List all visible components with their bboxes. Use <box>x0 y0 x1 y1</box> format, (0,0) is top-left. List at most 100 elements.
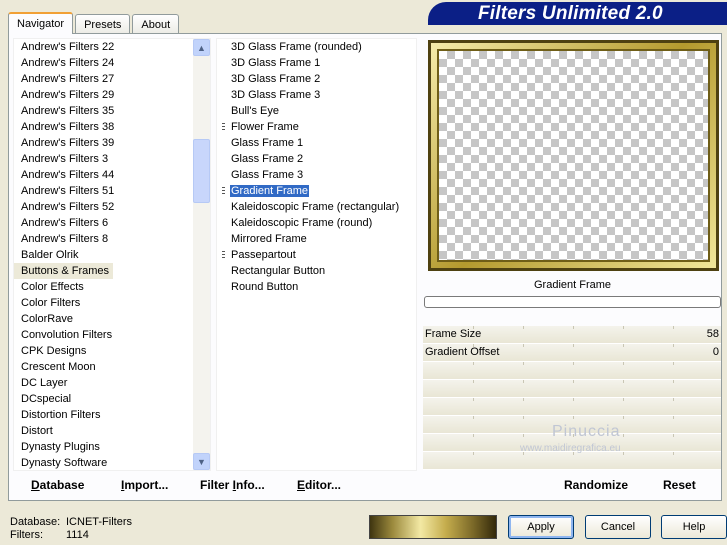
param-slider[interactable]: Gradient Offset 0 <box>423 344 721 362</box>
param-slider-empty[interactable] <box>423 452 721 470</box>
slider-tick <box>523 362 524 365</box>
tab-navigator[interactable]: Navigator <box>8 12 74 34</box>
tab-about[interactable]: About <box>132 14 180 34</box>
param-slider-empty[interactable] <box>423 362 721 380</box>
reset-button[interactable]: Reset <box>663 478 696 494</box>
filter-item-label: Rectangular Button <box>231 265 326 277</box>
slider-tick <box>473 434 474 437</box>
category-item[interactable]: Color Effects <box>14 279 210 295</box>
import-button[interactable]: Import... <box>121 478 168 494</box>
filter-item-label: Passepartout <box>231 249 296 261</box>
filter-item[interactable]: Passepartout <box>217 247 416 263</box>
filter-item[interactable]: Mirrored Frame <box>217 231 416 247</box>
help-button[interactable]: Help <box>661 515 727 539</box>
category-item[interactable]: Andrew's Filters 6 <box>14 215 210 231</box>
progress-bar <box>424 296 721 308</box>
filter-item[interactable]: Bull's Eye <box>217 103 416 119</box>
param-slider-empty[interactable] <box>423 380 721 398</box>
category-item[interactable]: Color Filters <box>14 295 210 311</box>
param-slider[interactable]: Frame Size 58 <box>423 326 721 344</box>
filters-count-label: Filters: <box>10 529 43 541</box>
filter-item[interactable]: 3D Glass Frame 2 <box>217 71 416 87</box>
filter-item-label: Bull's Eye <box>231 105 279 117</box>
category-item[interactable]: Andrew's Filters 22 <box>14 39 210 55</box>
grip-icon <box>222 123 225 132</box>
category-item[interactable]: Convolution Filters <box>14 327 210 343</box>
gradient-swatch[interactable] <box>369 515 497 539</box>
param-slider-empty[interactable] <box>423 398 721 416</box>
editor-label: ditor... <box>305 478 342 492</box>
category-item[interactable]: Dynasty Software <box>14 455 210 471</box>
slider-tick <box>573 344 574 347</box>
filter-info-button[interactable]: Filter Info... <box>200 478 265 494</box>
randomize-button[interactable]: Randomize <box>564 478 628 494</box>
chevron-up-icon: ▲ <box>197 42 206 53</box>
category-item[interactable]: Crescent Moon <box>14 359 210 375</box>
filter-item[interactable]: Gradient Frame <box>217 183 416 199</box>
cancel-button[interactable]: Cancel <box>585 515 651 539</box>
category-item[interactable]: Balder Olrik <box>14 247 210 263</box>
category-item[interactable]: Andrew's Filters 44 <box>14 167 210 183</box>
category-item[interactable]: Andrew's Filters 52 <box>14 199 210 215</box>
category-item[interactable]: Andrew's Filters 27 <box>14 71 210 87</box>
category-item[interactable]: DCspecial <box>14 391 210 407</box>
slider-tick <box>673 362 674 365</box>
category-list[interactable]: Andrew's Filters 22 Andrew's Filters 24 An… <box>13 38 211 471</box>
tab-bar: Navigator Presets About <box>8 12 181 34</box>
watermark-name: Pinuccia <box>552 423 621 440</box>
category-item[interactable]: Distortion Filters <box>14 407 210 423</box>
import-label: mport... <box>124 478 169 492</box>
category-item[interactable]: Buttons & Frames <box>14 263 114 279</box>
filter-item[interactable]: Flower Frame <box>217 119 416 135</box>
category-item[interactable]: ColorRave <box>14 311 210 327</box>
filter-item[interactable]: Kaleidoscopic Frame (round) <box>217 215 416 231</box>
category-item[interactable]: Andrew's Filters 38 <box>14 119 210 135</box>
category-item[interactable]: Andrew's Filters 29 <box>14 87 210 103</box>
filter-item-label: 3D Glass Frame 2 <box>231 73 321 85</box>
slider-tick <box>473 398 474 401</box>
scroll-up-button[interactable]: ▲ <box>193 39 210 56</box>
category-item[interactable]: Distort <box>14 423 210 439</box>
tab-presets[interactable]: Presets <box>75 14 131 34</box>
filter-items: 3D Glass Frame (rounded) 3D Glass Frame 1… <box>217 39 416 295</box>
slider-tick <box>573 398 574 401</box>
category-item[interactable]: DC Layer <box>14 375 210 391</box>
database-button[interactable]: Database <box>31 478 84 494</box>
apply-button[interactable]: Apply <box>508 515 574 539</box>
param-value: 0 <box>712 346 719 358</box>
category-item[interactable]: Dynasty Plugins <box>14 439 210 455</box>
category-item[interactable]: Andrew's Filters 35 <box>14 103 210 119</box>
slider-tick <box>623 326 624 329</box>
editor-button[interactable]: Editor... <box>297 478 341 494</box>
category-item[interactable]: Andrew's Filters 24 <box>14 55 210 71</box>
scroll-thumb[interactable] <box>193 139 210 203</box>
category-scrollbar[interactable]: ▲ ▼ <box>193 39 210 470</box>
app-banner: Filters Unlimited 2.0 <box>428 2 727 25</box>
filter-item[interactable]: 3D Glass Frame 3 <box>217 87 416 103</box>
slider-tick <box>573 380 574 383</box>
filter-item[interactable]: Glass Frame 3 <box>217 167 416 183</box>
filter-item[interactable]: Kaleidoscopic Frame (rectangular) <box>217 199 416 215</box>
filter-item[interactable]: 3D Glass Frame (rounded) <box>217 39 416 55</box>
watermark-site: www.maidiregrafica.eu <box>520 443 621 454</box>
filters-count-value: 1114 <box>66 529 89 541</box>
category-items: Andrew's Filters 22 Andrew's Filters 24 An… <box>14 39 210 471</box>
filter-item[interactable]: Rectangular Button <box>217 263 416 279</box>
filter-item[interactable]: Round Button <box>217 279 416 295</box>
category-item[interactable]: Andrew's Filters 8 <box>14 231 210 247</box>
filter-item[interactable]: Glass Frame 1 <box>217 135 416 151</box>
category-item[interactable]: CPK Designs <box>14 343 210 359</box>
filter-list[interactable]: 3D Glass Frame (rounded) 3D Glass Frame 1… <box>216 38 417 471</box>
slider-tick <box>523 380 524 383</box>
slider-tick <box>623 398 624 401</box>
filter-item[interactable]: 3D Glass Frame 1 <box>217 55 416 71</box>
category-item[interactable]: Andrew's Filters 3 <box>14 151 210 167</box>
scroll-down-button[interactable]: ▼ <box>193 453 210 470</box>
category-item[interactable]: Andrew's Filters 51 <box>14 183 210 199</box>
param-label: Gradient Offset <box>425 346 500 358</box>
slider-tick <box>623 434 624 437</box>
category-item[interactable]: Andrew's Filters 39 <box>14 135 210 151</box>
filter-item[interactable]: Glass Frame 2 <box>217 151 416 167</box>
filter-info-label: nfo... <box>236 478 265 492</box>
slider-tick <box>673 434 674 437</box>
